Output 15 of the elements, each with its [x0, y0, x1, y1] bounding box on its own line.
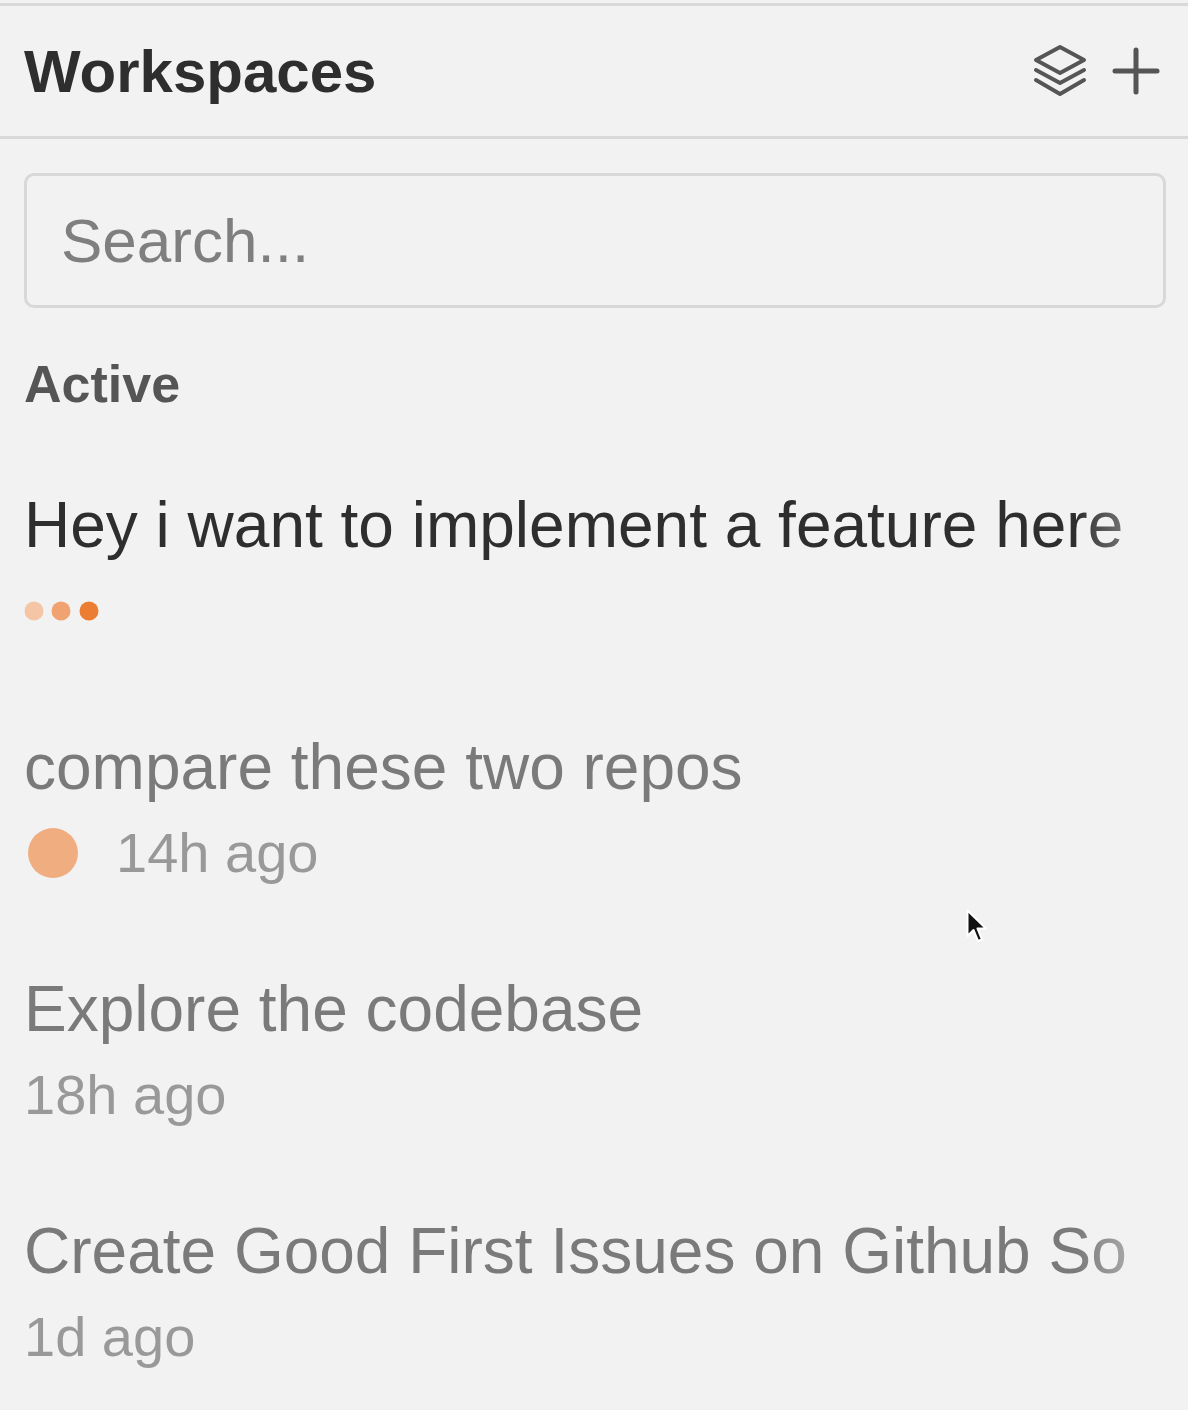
- panel-title: Workspaces: [24, 36, 377, 106]
- layers-icon[interactable]: [1033, 44, 1087, 98]
- time-ago: 18h ago: [24, 1062, 227, 1128]
- add-icon[interactable]: [1112, 47, 1160, 95]
- time-ago: 1d ago: [24, 1304, 196, 1370]
- workspace-title[interactable]: compare these two repos: [24, 727, 1166, 807]
- section-label: Active: [24, 354, 182, 414]
- search-field[interactable]: Search...: [24, 173, 1166, 308]
- time-ago: 14h ago: [116, 820, 319, 886]
- cursor-icon: [966, 909, 988, 943]
- workspace-title[interactable]: Create Good First Issues on Github So: [24, 1211, 1166, 1291]
- loading-dots-icon: [24, 601, 100, 621]
- workspace-title[interactable]: Hey i want to implement a feature here: [24, 485, 1166, 565]
- workspace-title[interactable]: Explore the codebase: [24, 969, 1166, 1049]
- status-dot-icon: [28, 828, 78, 878]
